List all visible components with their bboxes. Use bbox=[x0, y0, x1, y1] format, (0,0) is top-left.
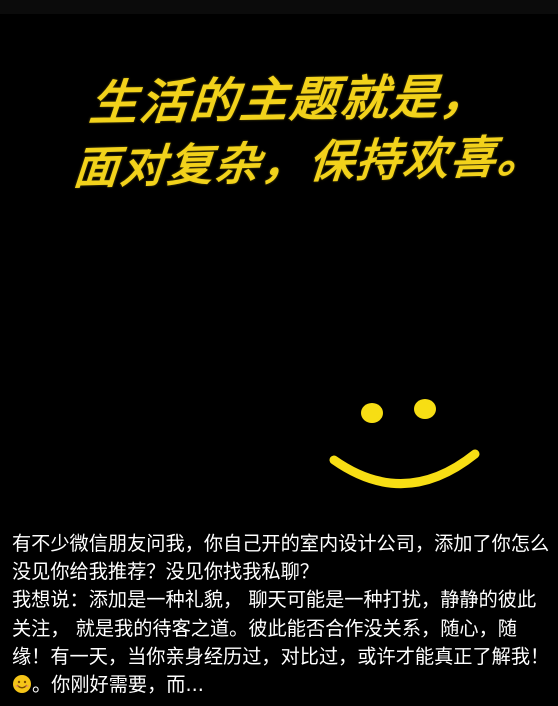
post-caption: 有不少微信朋友问我，你自己开的室内设计公司，添加了你怎么没见你给我推荐？没见你找… bbox=[12, 530, 552, 699]
handwritten-quote: 生活的主题就是， 面对复杂，保持欢喜。 bbox=[71, 68, 546, 195]
smiling-face-emoji-icon bbox=[13, 675, 31, 694]
quote-line-1: 生活的主题就是， bbox=[87, 68, 493, 132]
smiley-mouth bbox=[329, 449, 480, 489]
top-edge-strip bbox=[0, 0, 558, 14]
smiley-face-icon bbox=[329, 399, 480, 489]
caption-text: 有不少微信朋友问我，你自己开的室内设计公司，添加了你怎么没见你给我推荐？没见你找… bbox=[12, 532, 550, 668]
smiley-left-eye bbox=[361, 403, 383, 423]
quote-line-2: 面对复杂，保持欢喜。 bbox=[71, 129, 547, 195]
smiley-right-eye bbox=[414, 399, 436, 419]
caption-text-end: 。你刚好需要，而... bbox=[32, 673, 204, 697]
